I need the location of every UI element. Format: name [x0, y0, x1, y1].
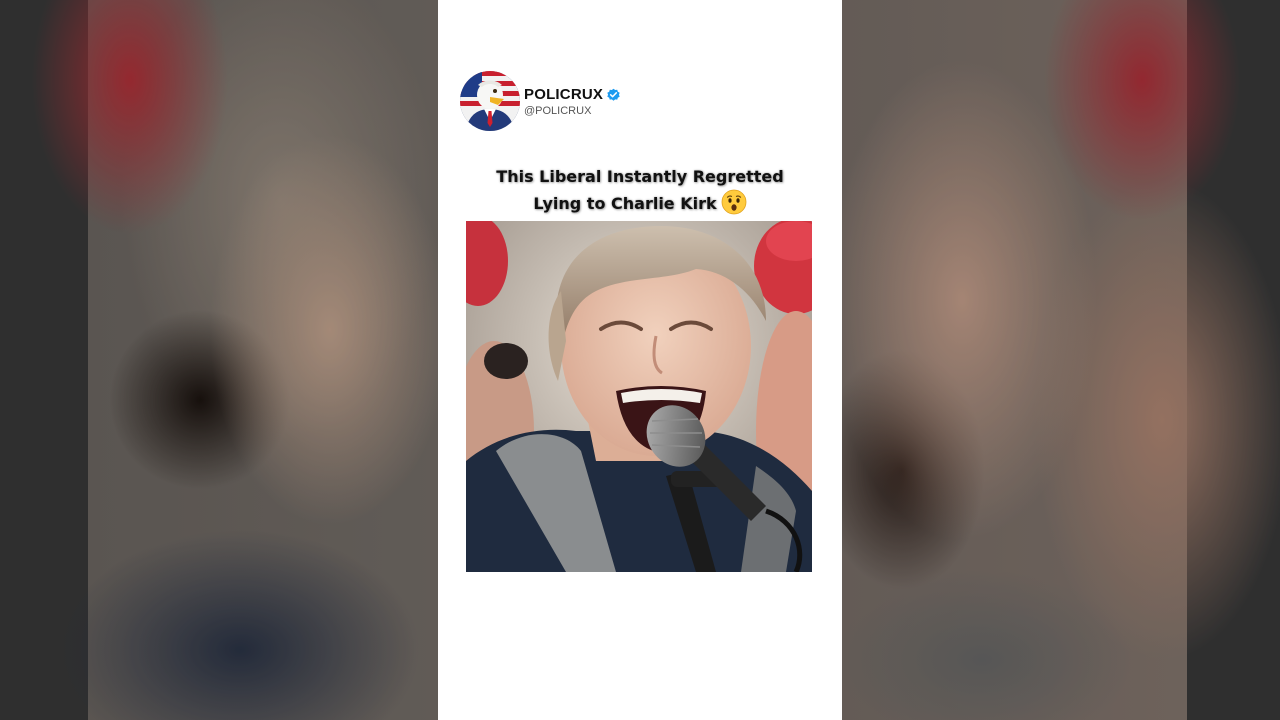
blurred-background-right	[842, 0, 1280, 720]
verified-badge-icon	[607, 88, 620, 101]
video-frame-image[interactable]	[466, 221, 812, 572]
blurred-background-left	[0, 0, 438, 720]
post-title: This Liberal Instantly Regretted Lying t…	[438, 164, 842, 216]
post-title-line-2: Lying to Charlie Kirk	[533, 194, 717, 213]
eagle-avatar-icon[interactable]	[460, 71, 520, 131]
account-handle: @POLICRUX	[524, 104, 592, 117]
account-names: POLICRUX @POLICRUX	[524, 86, 621, 117]
short-video-frame[interactable]: POLICRUX @POLICRUX This Liberal Instantl…	[438, 0, 842, 720]
post-title-line-2-wrap: Lying to Charlie Kirk	[438, 189, 842, 216]
account-header[interactable]: POLICRUX @POLICRUX	[460, 71, 621, 131]
post-title-line-1: This Liberal Instantly Regretted	[496, 167, 784, 186]
account-display-name[interactable]: POLICRUX	[524, 86, 603, 103]
woman-at-microphone-image	[466, 221, 812, 572]
astonished-face-emoji-icon	[721, 189, 747, 215]
